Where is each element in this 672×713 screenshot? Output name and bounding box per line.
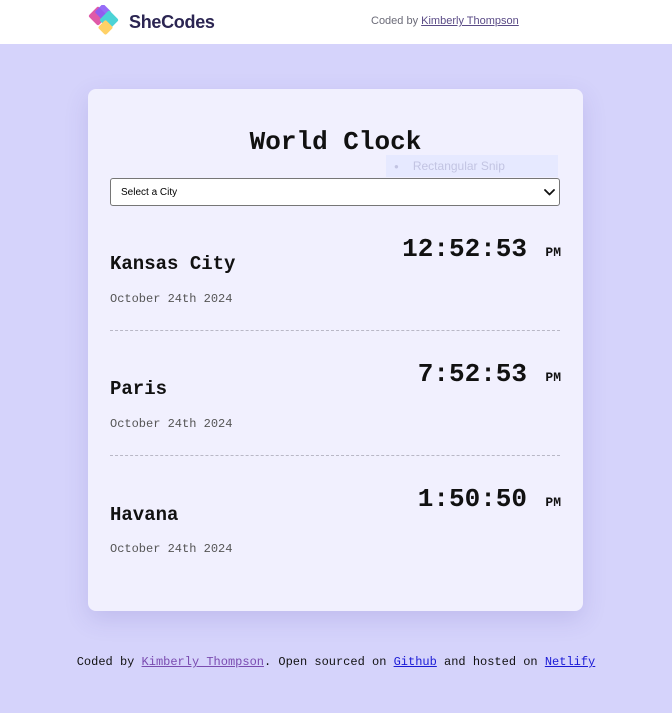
snip-overlay-label: Rectangular Snip (412, 159, 505, 173)
city-ampm: PM (545, 495, 561, 510)
city-time: 7:52:53 (417, 359, 527, 389)
city-date: October 24th 2024 (110, 542, 233, 556)
footer-hosted-text: and hosted on (444, 655, 538, 669)
shecodes-logo[interactable]: SheCodes (88, 5, 215, 39)
city-row-havana: Havana October 24th 2024 1:50:50 PM (110, 479, 561, 604)
footer: Coded by Kimberly Thompson. Open sourced… (0, 655, 672, 669)
netlify-link[interactable]: Netlify (545, 655, 595, 669)
city-time: 1:50:50 (417, 484, 527, 514)
header-credit: Coded by Kimberly Thompson (371, 15, 519, 27)
city-time: 12:52:53 (402, 234, 527, 264)
top-bar: SheCodes Coded by Kimberly Thompson (0, 0, 672, 44)
github-link[interactable]: Github (394, 655, 437, 669)
logo-text: SheCodes (129, 11, 215, 32)
city-name: Havana (110, 504, 179, 526)
chevron-down-icon (539, 188, 559, 196)
snip-dot-icon: ● (394, 161, 399, 171)
city-name: Kansas City (110, 253, 236, 275)
city-ampm: PM (545, 245, 561, 260)
city-date: October 24th 2024 (110, 292, 233, 306)
city-select[interactable]: Select a City (110, 178, 560, 206)
world-clock-card: World Clock ● Rectangular Snip Select a … (88, 89, 583, 611)
city-ampm: PM (545, 370, 561, 385)
shecodes-logo-icon (88, 5, 119, 35)
city-row-paris: Paris October 24th 2024 7:52:53 PM (110, 354, 561, 479)
city-select-value: Select a City (121, 186, 178, 198)
footer-author-link[interactable]: Kimberly Thompson (142, 655, 264, 669)
divider (110, 455, 560, 456)
city-date: October 24th 2024 (110, 417, 233, 431)
rectangular-snip-overlay: ● Rectangular Snip (386, 155, 558, 177)
footer-coded-by-text: Coded by (76, 655, 135, 669)
footer-open-sourced-text: . Open sourced on (263, 655, 387, 669)
divider (110, 330, 560, 331)
city-name: Paris (110, 378, 168, 400)
header-coded-by-text: Coded by (371, 15, 419, 27)
header-author-link[interactable]: Kimberly Thompson (421, 15, 519, 27)
city-row-kansas-city: Kansas City October 24th 2024 12:52:53 P… (110, 229, 561, 354)
page-title: World Clock (249, 127, 422, 157)
